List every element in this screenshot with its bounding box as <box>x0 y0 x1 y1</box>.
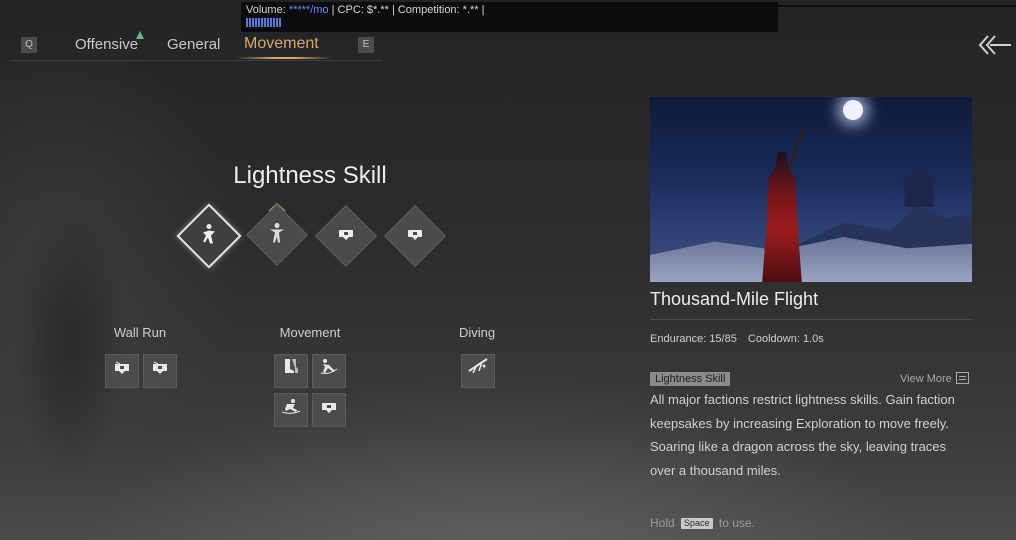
movement-skill-1[interactable] <box>274 354 308 388</box>
overlay-text: Volume: *****/mo | CPC: $*.** | Competit… <box>246 4 485 16</box>
pagoda-silhouette <box>899 167 939 207</box>
boots-icon <box>285 359 298 373</box>
diving-skill-1[interactable] <box>461 354 495 388</box>
top-divider <box>778 5 1016 7</box>
leaping-figure-icon <box>199 224 219 249</box>
overlay-sparkline <box>246 18 281 27</box>
dive-icon <box>468 358 488 374</box>
roll-icon <box>281 399 301 414</box>
tab-offensive[interactable]: Offensive <box>75 36 138 53</box>
wall-run-skill-1[interactable] <box>105 354 139 388</box>
active-tab-underline <box>236 57 332 59</box>
movement-skill-3[interactable] <box>274 393 308 427</box>
red-robed-hero <box>762 152 802 282</box>
divider <box>650 319 972 320</box>
skill-name: Thousand-Mile Flight <box>650 289 819 309</box>
view-more-link[interactable]: View More <box>900 372 969 385</box>
skill-description: All major factions restrict lightness sk… <box>650 392 955 478</box>
locked-icon <box>115 361 129 374</box>
locked-icon <box>153 361 167 374</box>
space-key: Space <box>681 518 713 529</box>
endurance-stat: Endurance: 15/85 <box>650 333 737 345</box>
back-arrow-icon[interactable] <box>978 33 1012 57</box>
tab-general[interactable]: General <box>167 36 220 53</box>
prev-tab-key[interactable]: Q <box>21 37 37 53</box>
dash-icon <box>320 359 338 374</box>
locked-slot-icon <box>408 229 422 243</box>
locked-slot-icon <box>339 229 353 243</box>
running-figure-icon <box>267 223 287 248</box>
cooldown-stat: Cooldown: 1.0s <box>747 333 824 345</box>
group-label-movement: Movement <box>279 325 341 340</box>
next-tab-key[interactable]: E <box>358 37 374 53</box>
tab-movement[interactable]: Movement <box>244 35 319 53</box>
movement-skill-2[interactable] <box>312 354 346 388</box>
movement-skill-4[interactable] <box>312 393 346 427</box>
hold-hint: Hold Space to use. <box>650 516 755 530</box>
list-icon <box>955 372 969 384</box>
skill-stats: Endurance: 15/85 Cooldown: 1.0s <box>650 333 832 345</box>
group-label-wall-run: Wall Run <box>113 325 167 340</box>
section-title: Lightness Skill <box>233 162 387 189</box>
new-indicator-icon <box>136 31 144 39</box>
skill-type-tag: Lightness Skill <box>650 372 731 386</box>
skill-preview-image <box>650 97 972 282</box>
wall-run-skill-2[interactable] <box>143 354 177 388</box>
locked-icon <box>322 403 336 413</box>
keyword-overlay: Volume: *****/mo | CPC: $*.** | Competit… <box>241 2 778 32</box>
group-label-diving: Diving <box>458 325 496 340</box>
moon <box>843 100 863 120</box>
